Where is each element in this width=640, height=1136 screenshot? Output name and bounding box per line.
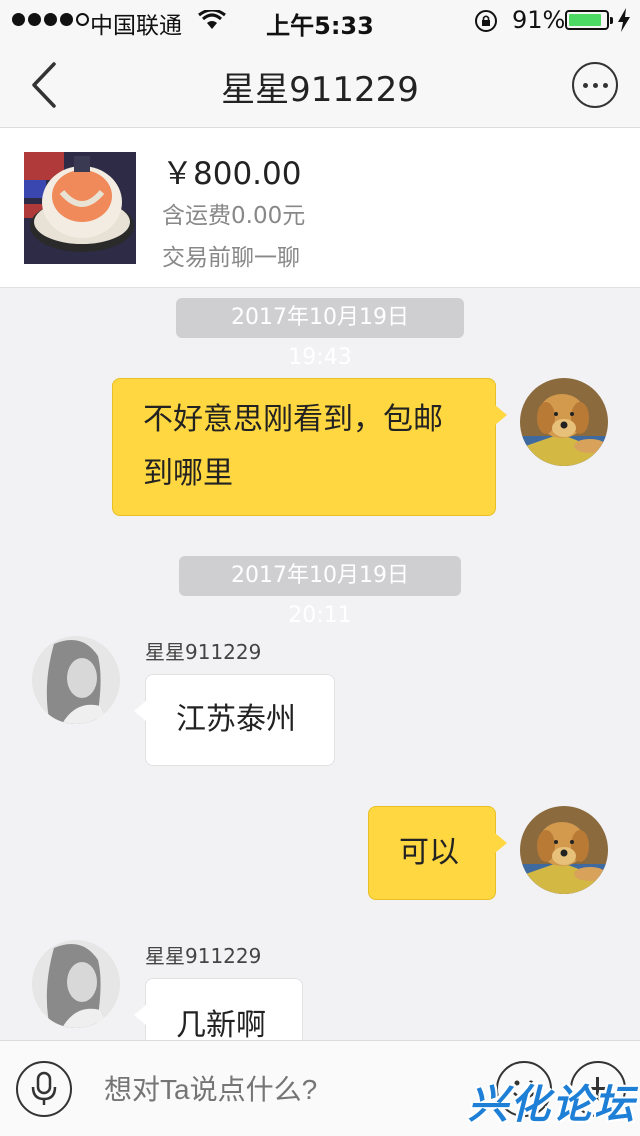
my-avatar[interactable] <box>520 378 608 466</box>
product-thumbnail[interactable] <box>24 152 136 264</box>
more-icon <box>582 82 588 88</box>
my-message-bubble[interactable]: 可以 <box>368 806 507 900</box>
shipping-fee: 含运费0.00元 <box>162 203 306 229</box>
status-bar: 中国联通 上午5:33 91% <box>0 0 640 40</box>
battery-icon <box>565 10 613 30</box>
message-input[interactable] <box>104 1065 464 1115</box>
chat-hint: 交易前聊一聊 <box>162 245 300 271</box>
microphone-icon <box>31 1071 57 1105</box>
watermark-logo: 兴化论坛 <box>468 1082 636 1128</box>
chat-title: 星星911229 <box>221 70 419 110</box>
battery-percentage: 91% <box>512 6 566 34</box>
more-button[interactable] <box>572 62 618 108</box>
sender-name: 星星911229 <box>145 944 262 968</box>
product-price: ￥800.00 <box>162 156 302 192</box>
contact-message-bubble[interactable]: 江苏泰州 <box>134 674 335 766</box>
voice-button[interactable] <box>16 1061 72 1117</box>
charging-bolt-icon <box>618 8 630 32</box>
sender-name: 星星911229 <box>145 640 262 664</box>
navigation-bar: 星星911229 <box>0 40 640 128</box>
my-message-bubble[interactable]: 不好意思刚看到，包邮到哪里 <box>112 378 507 516</box>
message-timestamp: 2017年10月19日 19:43 <box>176 298 464 370</box>
my-avatar[interactable] <box>520 806 608 894</box>
rotation-lock-icon <box>475 10 497 32</box>
message-timestamp: 2017年10月19日 20:11 <box>179 556 461 628</box>
contact-avatar[interactable] <box>32 940 120 1028</box>
contact-avatar[interactable] <box>32 636 120 724</box>
product-card[interactable]: ￥800.00 含运费0.00元 交易前聊一聊 <box>0 128 640 288</box>
